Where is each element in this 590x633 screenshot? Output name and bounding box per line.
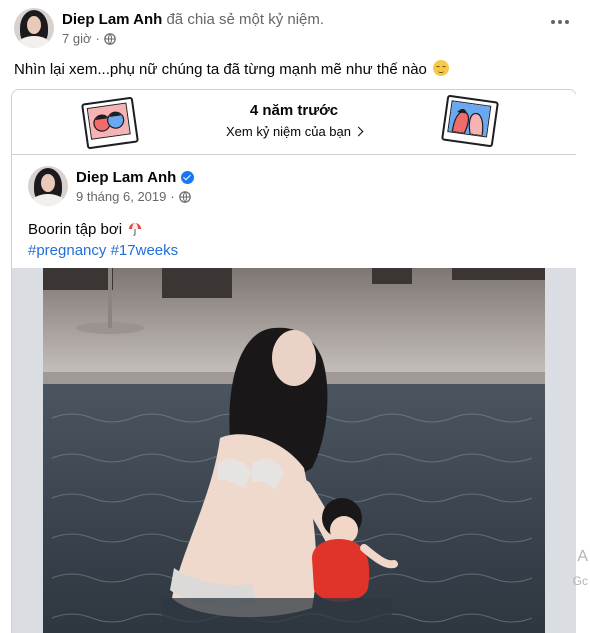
shared-author-avatar[interactable] (28, 166, 68, 206)
globe-icon (178, 190, 191, 203)
shared-post-header: Diep Lam Anh 9 tháng 6, 2019 · (28, 166, 195, 206)
side-fragment-text: Gc (572, 574, 588, 588)
post-text: Nhìn lại xem...phụ nữ chúng ta đã từng m… (14, 60, 450, 80)
author-avatar[interactable] (14, 8, 54, 48)
side-fragment-text: A (577, 548, 588, 565)
author-name[interactable]: Diep Lam Anh (62, 11, 162, 28)
hashtag-link[interactable]: #17weeks (111, 242, 179, 259)
shared-post-caption: Boorin tập bơi (28, 220, 142, 240)
beach-umbrella-icon (129, 223, 142, 236)
hashtag-list: #pregnancy #17weeks (28, 241, 178, 261)
pool-photo-illustration (12, 268, 576, 633)
shared-post-date[interactable]: 9 tháng 6, 2019 (76, 189, 166, 204)
post-header-text: Diep Lam Anh đã chia sẻ một kỷ niệm. 7 g… (62, 11, 325, 47)
globe-icon (104, 33, 116, 45)
couple-polaroid-icon (441, 94, 499, 148)
chevron-right-icon (353, 126, 364, 137)
post-header: Diep Lam Anh đã chia sẻ một kỷ niệm. 7 g… (14, 8, 574, 52)
post-timestamp[interactable]: 7 giờ (62, 31, 92, 47)
verified-badge-icon (181, 171, 195, 184)
memory-banner[interactable]: 4 năm trước Xem kỷ niệm của bạn (12, 90, 576, 155)
post-text-body: Nhìn lại xem...phụ nữ chúng ta đã từng m… (14, 61, 427, 78)
shared-post-photo[interactable] (12, 268, 576, 633)
shared-post-caption-text: Boorin tập bơi (28, 221, 123, 238)
shared-author-name[interactable]: Diep Lam Anh (76, 168, 176, 187)
post-card: Diep Lam Anh đã chia sẻ một kỷ niệm. 7 g… (0, 0, 588, 633)
hashtag-link[interactable]: #pregnancy (28, 242, 106, 259)
more-options-icon[interactable] (546, 14, 574, 30)
memory-card: 4 năm trước Xem kỷ niệm của bạn Diep Lam… (11, 89, 577, 633)
post-action-text: đã chia sẻ một kỷ niệm. (166, 11, 325, 28)
view-memories-label: Xem kỷ niệm của bạn (225, 124, 351, 139)
smiling-face-icon (433, 60, 450, 76)
page: Diep Lam Anh đã chia sẻ một kỷ niệm. 7 g… (0, 0, 590, 633)
side-panel-edge: A Gc (572, 0, 590, 633)
